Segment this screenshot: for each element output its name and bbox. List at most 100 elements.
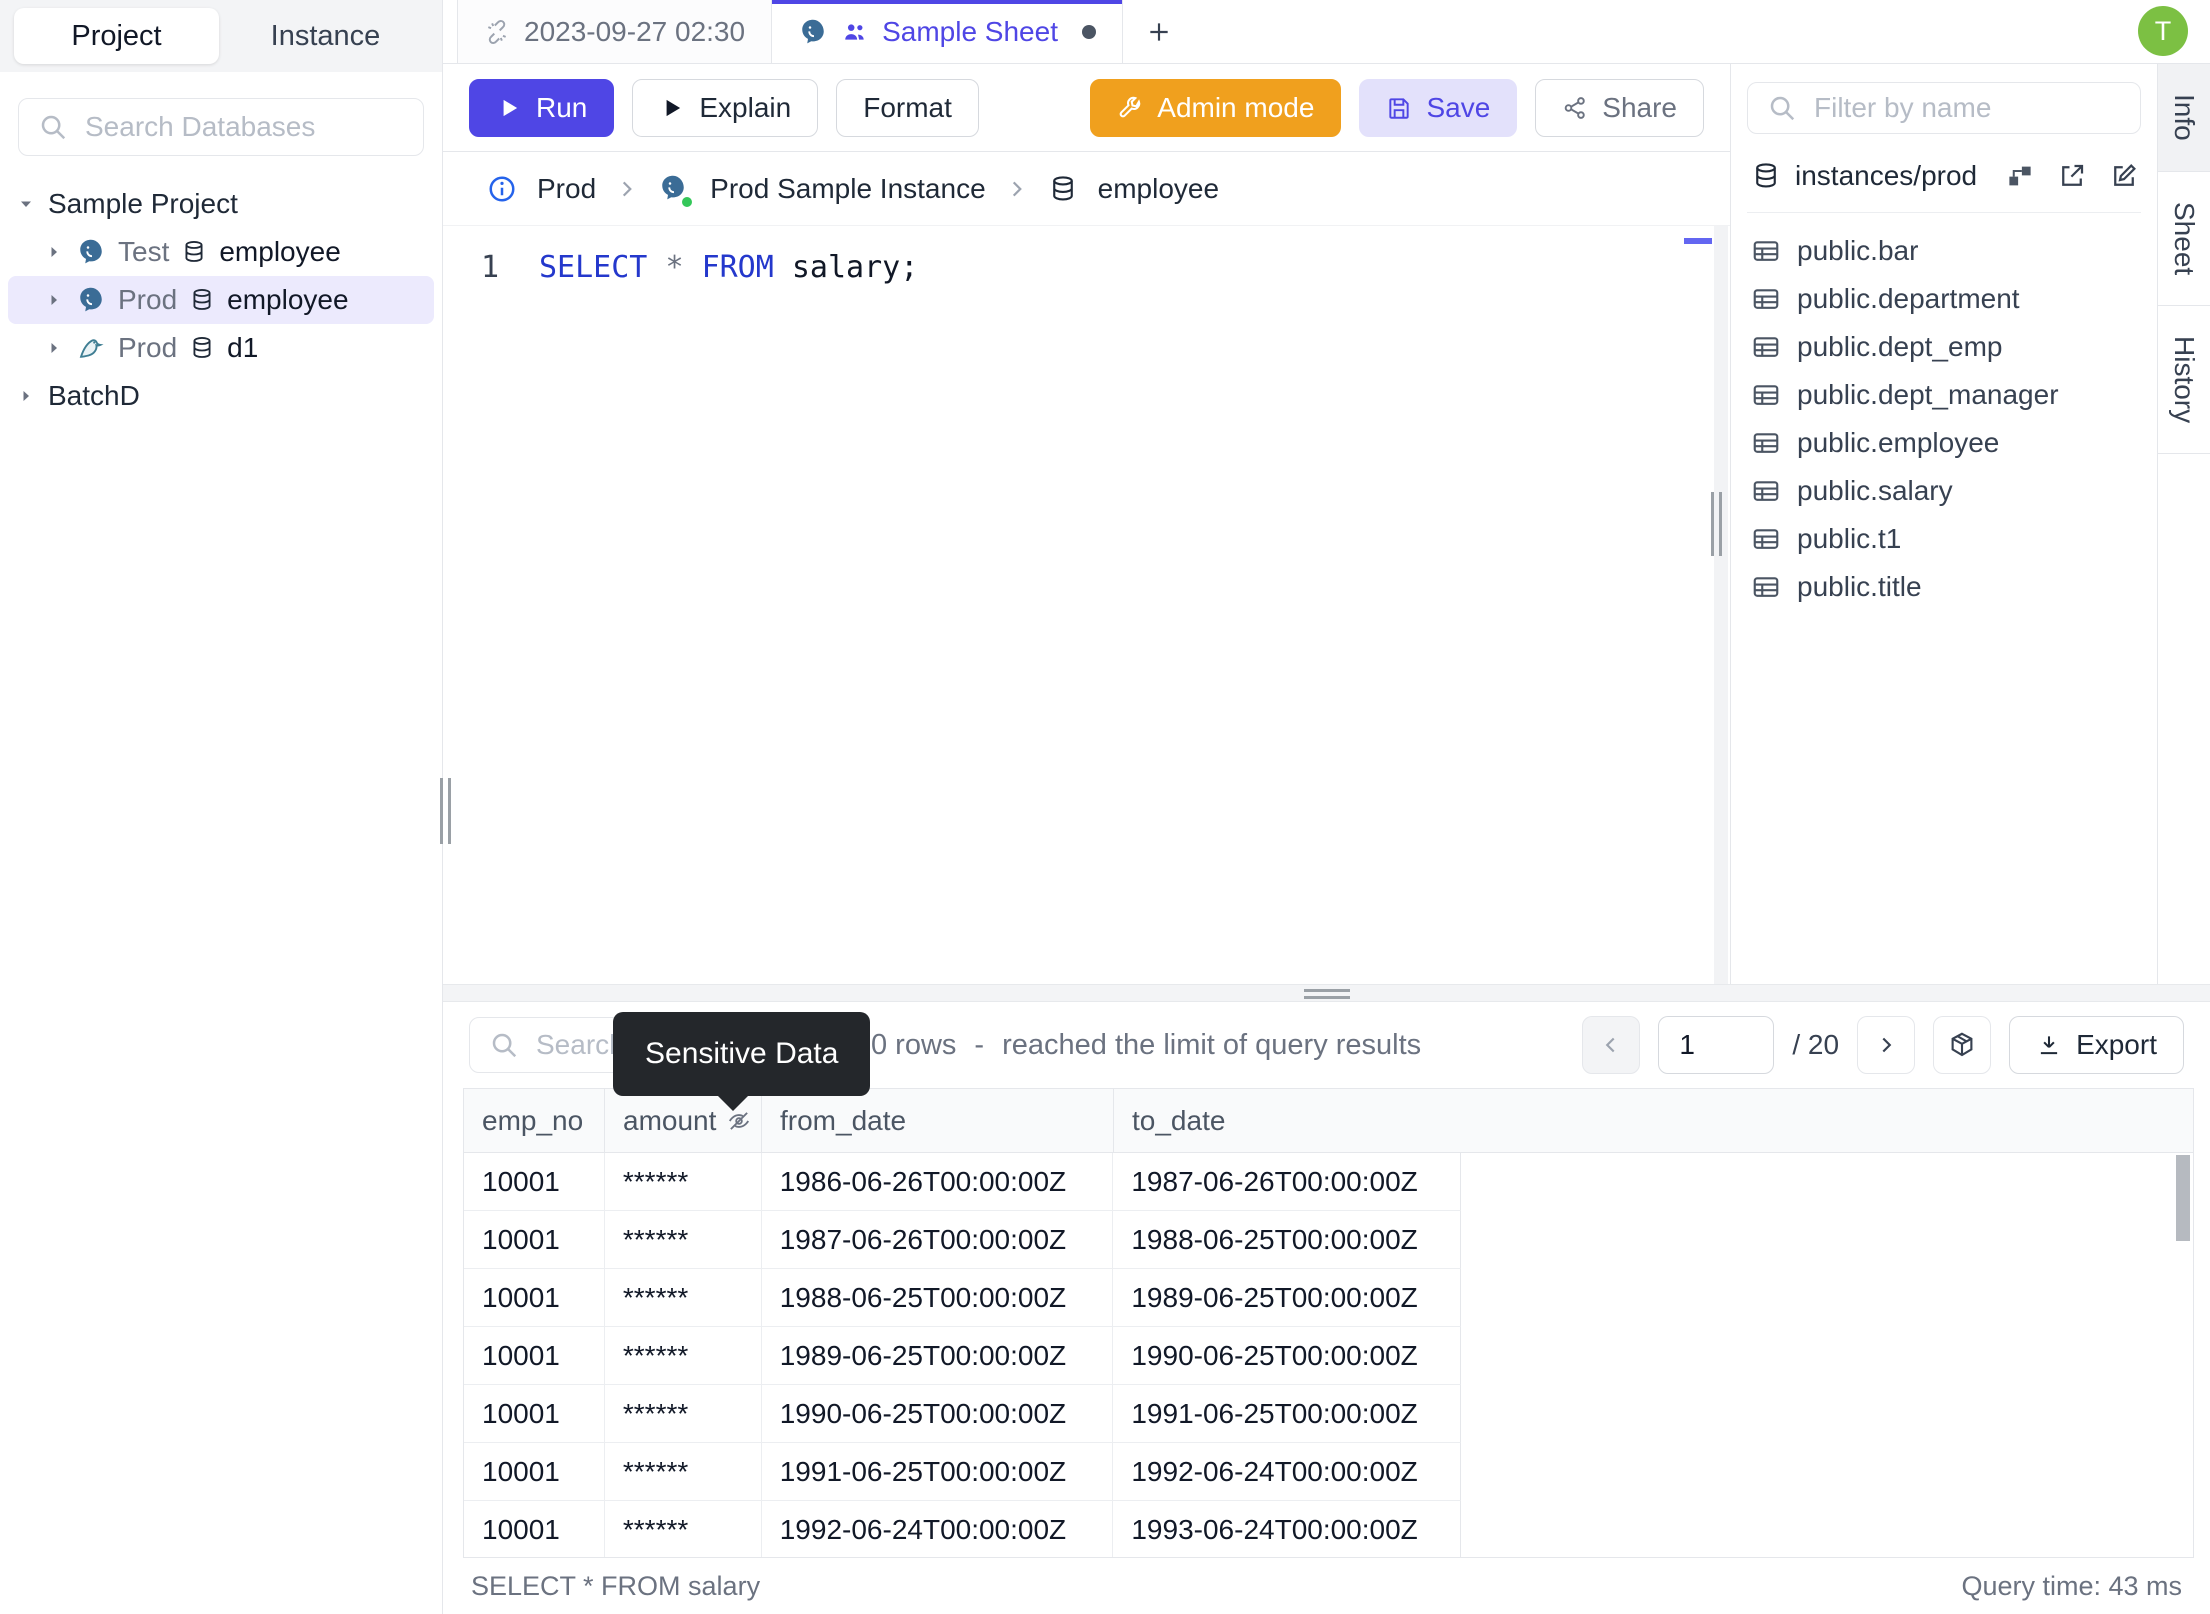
explain-button[interactable]: Explain: [632, 78, 819, 137]
column-header[interactable]: from_date: [762, 1089, 1114, 1152]
table-list-item[interactable]: public.title: [1747, 563, 2141, 611]
sidebar-mode-switch: Project Instance: [0, 0, 442, 72]
save-button[interactable]: Save: [1359, 78, 1518, 137]
edit-icon[interactable]: [2109, 161, 2139, 191]
table-icon: [1753, 433, 1779, 453]
new-sheet-button[interactable]: [1123, 0, 1195, 63]
external-link-icon[interactable]: [2057, 161, 2087, 191]
format-button[interactable]: Format: [836, 78, 979, 137]
column-label: from_date: [780, 1104, 907, 1136]
schema-path: instances/prod: [1795, 160, 1978, 191]
postgres-icon: [802, 19, 824, 43]
table-row[interactable]: 10001 ****** 1991-06-25T00:00:00Z 1992-06-2…: [464, 1443, 1461, 1501]
environment-label: Prod: [118, 284, 178, 315]
right-sidebar: instances/prod: [1730, 64, 2210, 984]
table-list-item[interactable]: public.t1: [1747, 515, 2141, 563]
tab-history[interactable]: History: [2158, 306, 2210, 454]
table-list-item[interactable]: public.dept_emp: [1747, 323, 2141, 371]
database-icon: [185, 241, 203, 262]
run-button[interactable]: Run: [469, 78, 615, 137]
database-icon: [193, 289, 211, 310]
sql-editor[interactable]: 1 SELECT * FROM salary;: [443, 226, 1730, 984]
table-list-item[interactable]: public.employee: [1747, 419, 2141, 467]
instance-status-dot: [680, 194, 695, 209]
tree-item-sample-project[interactable]: Sample Project: [8, 180, 434, 228]
download-icon: [2040, 1036, 2058, 1055]
avatar[interactable]: T: [2138, 6, 2188, 56]
admin-mode-button[interactable]: Admin mode: [1090, 78, 1342, 137]
tab-recent-sheet[interactable]: 2023-09-27 02:30: [457, 0, 773, 63]
environment-label: Prod: [118, 332, 178, 363]
chevron-right-icon: [1012, 181, 1022, 196]
schema-diagram-icon[interactable]: [2005, 161, 2035, 191]
breadcrumb-database[interactable]: employee: [1098, 173, 1219, 205]
recent-sheet-label: 2023-09-27 02:30: [524, 15, 746, 47]
results-resize-handle[interactable]: [443, 984, 2210, 1002]
table-row[interactable]: 10001 ****** 1986-06-26T00:00:00Z 1987-06-2…: [464, 1153, 1461, 1211]
postgres-icon: [80, 287, 102, 312]
table-list-item[interactable]: public.salary: [1747, 467, 2141, 515]
results-table: emp_no amount from_date to_date 10001 *****…: [463, 1088, 2194, 1558]
breadcrumb-instance[interactable]: Prod Sample Instance: [710, 173, 986, 205]
pagination: / 20 Export: [1582, 1016, 2184, 1074]
table-name: public.bar: [1797, 235, 1919, 266]
table-cell: 10001: [464, 1269, 605, 1326]
table-cell: ******: [605, 1385, 762, 1442]
table-list-item[interactable]: public.bar: [1747, 227, 2141, 275]
sql-operator: *: [665, 250, 684, 285]
tree-item-prod-d1[interactable]: Prod d1: [8, 324, 434, 372]
rows-info: 0 rows - reached the limit of query resu…: [871, 1028, 1422, 1061]
mysql-icon: [79, 339, 104, 358]
batch-label: BatchD: [48, 380, 140, 411]
project-label: Sample Project: [48, 188, 238, 219]
table-row[interactable]: 10001 ****** 1989-06-25T00:00:00Z 1990-06-2…: [464, 1327, 1461, 1385]
tab-instance[interactable]: Instance: [223, 8, 428, 64]
tree-item-batchd[interactable]: BatchD: [8, 372, 434, 420]
sidebar-resize-handle[interactable]: [438, 778, 452, 844]
tab-info[interactable]: Info: [2158, 64, 2210, 172]
column-header[interactable]: emp_no: [464, 1089, 605, 1152]
table-icon: [1753, 481, 1779, 501]
tab-project[interactable]: Project: [14, 8, 219, 64]
tree-item-test-employee[interactable]: Test employee: [8, 228, 434, 276]
info-icon[interactable]: [487, 174, 517, 204]
table-icon: [1753, 577, 1779, 597]
search-icon: [41, 115, 66, 140]
search-databases-input[interactable]: [18, 98, 424, 156]
next-page-button[interactable]: [1857, 1016, 1916, 1074]
tab-sheet-panel[interactable]: Sheet: [2158, 172, 2210, 306]
table-row[interactable]: 10001 ****** 1992-06-24T00:00:00Z 1993-06-2…: [464, 1501, 1461, 1557]
editor-sidebar-resize-handle[interactable]: [1708, 492, 1724, 556]
prev-page-button[interactable]: [1582, 1016, 1641, 1074]
tree-item-prod-employee[interactable]: Prod employee: [8, 276, 434, 324]
tab-sample-sheet[interactable]: Sample Sheet: [772, 0, 1123, 63]
table-icon: [1753, 241, 1779, 261]
column-header-filler: [1461, 1089, 2193, 1152]
export-button[interactable]: Export: [2009, 1016, 2184, 1074]
table-cell: 1991-06-25T00:00:00Z: [762, 1443, 1114, 1500]
table-row[interactable]: 10001 ****** 1990-06-25T00:00:00Z 1991-06-2…: [464, 1385, 1461, 1443]
active-sheet-label: Sample Sheet: [882, 15, 1058, 47]
share-icon: [1564, 96, 1586, 119]
table-list-item[interactable]: public.dept_manager: [1747, 371, 2141, 419]
table-list-item[interactable]: public.department: [1747, 275, 2141, 323]
table-cell: 10001: [464, 1443, 605, 1500]
table-row[interactable]: 10001 ****** 1988-06-25T00:00:00Z 1989-06-2…: [464, 1269, 1461, 1327]
minimap-code-mark: [1684, 238, 1712, 244]
right-tab-strip: Info Sheet History: [2157, 64, 2210, 984]
filter-by-name-input[interactable]: [1747, 82, 2141, 134]
breadcrumb-environment[interactable]: Prod: [537, 173, 596, 205]
caret-right-icon: [51, 295, 57, 305]
results-scrollbar[interactable]: [2176, 1155, 2190, 1241]
shared-users-icon: [845, 23, 864, 40]
result-options-button[interactable]: [1933, 1016, 1992, 1074]
editor-minimap[interactable]: [1714, 226, 1728, 984]
page-number-input[interactable]: [1658, 1016, 1775, 1074]
column-header[interactable]: to_date: [1114, 1089, 1461, 1152]
table-row[interactable]: 10001 ****** 1987-06-26T00:00:00Z 1988-06-2…: [464, 1211, 1461, 1269]
share-button[interactable]: Share: [1535, 78, 1704, 137]
table-cell: 10001: [464, 1211, 605, 1268]
table-name: public.title: [1797, 571, 1922, 602]
table-cell: 1990-06-25T00:00:00Z: [1131, 1339, 1418, 1371]
table-cell: 1988-06-25T00:00:00Z: [1131, 1223, 1418, 1255]
